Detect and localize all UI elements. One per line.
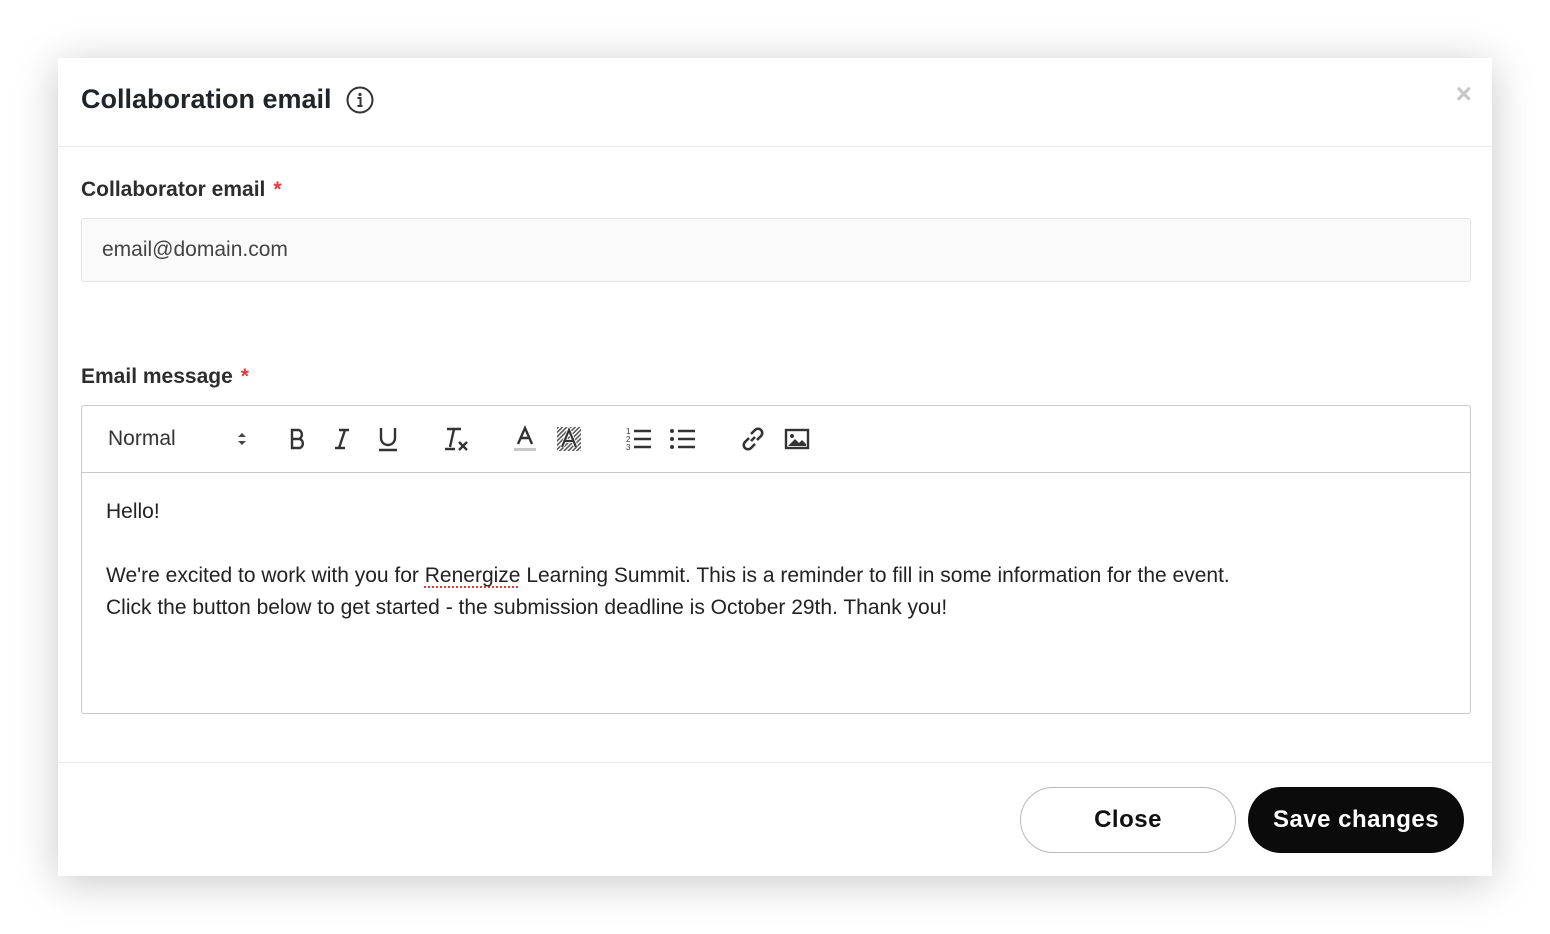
required-marker: * xyxy=(273,178,282,201)
svg-text:3: 3 xyxy=(626,443,631,452)
editor-content[interactable]: Hello! We're excited to work with you fo… xyxy=(82,474,1470,714)
select-arrows-icon xyxy=(238,433,246,445)
link-icon[interactable] xyxy=(738,422,768,456)
message-line-2: Click the button below to get started - … xyxy=(106,596,948,619)
image-icon[interactable] xyxy=(782,422,812,456)
editor-toolbar: Normal 1 2 3 xyxy=(82,406,1470,473)
info-icon[interactable] xyxy=(346,86,374,114)
collaboration-email-modal: Collaboration email × Collaborator email… xyxy=(58,58,1492,876)
email-message-label: Email message * xyxy=(81,365,249,389)
modal-title: Collaboration email xyxy=(81,84,332,114)
text-color-icon[interactable] xyxy=(510,422,540,456)
italic-icon[interactable] xyxy=(328,422,356,456)
required-marker: * xyxy=(240,365,249,388)
bullet-list-icon[interactable] xyxy=(668,422,698,456)
format-select-value: Normal xyxy=(108,427,176,450)
message-line-1-start: We're excited to work with you for xyxy=(106,564,425,587)
modal-header: Collaboration email × xyxy=(58,58,1492,147)
format-select[interactable]: Normal xyxy=(108,422,248,456)
email-message-editor: Normal 1 2 3 Hello! We're excited to wor… xyxy=(81,405,1471,714)
close-button[interactable]: Close xyxy=(1020,787,1236,853)
clear-format-icon[interactable] xyxy=(440,422,472,456)
ordered-list-icon[interactable]: 1 2 3 xyxy=(624,422,654,456)
close-icon[interactable]: × xyxy=(1456,80,1472,108)
bold-icon[interactable] xyxy=(284,422,312,456)
message-line-1-end: Learning Summit. This is a reminder to f… xyxy=(520,564,1230,587)
collaborator-email-label: Collaborator email * xyxy=(81,178,282,202)
greeting-line: Hello! xyxy=(106,500,160,523)
email-message-label-text: Email message xyxy=(81,365,233,388)
message-line-1: We're excited to work with you for Rener… xyxy=(106,560,1446,592)
save-changes-button[interactable]: Save changes xyxy=(1248,787,1464,853)
misspelled-word: Renergize xyxy=(424,564,521,587)
background-color-icon[interactable] xyxy=(554,422,584,456)
collaborator-email-label-text: Collaborator email xyxy=(81,178,266,201)
collaborator-email-input[interactable] xyxy=(81,218,1471,282)
modal-footer: Close Save changes xyxy=(58,762,1492,876)
modal-title-row: Collaboration email xyxy=(81,84,374,115)
underline-icon[interactable] xyxy=(372,422,404,456)
